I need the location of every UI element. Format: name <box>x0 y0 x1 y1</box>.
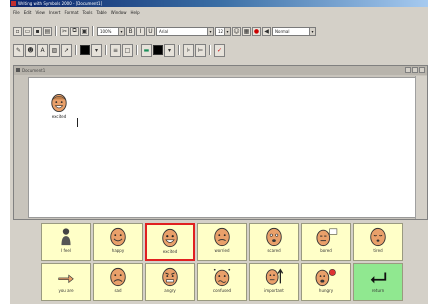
grid-cell-sad[interactable]: sad <box>93 263 143 301</box>
grid-icon[interactable]: ▦ <box>242 26 251 36</box>
bold-icon[interactable]: B <box>126 26 135 36</box>
fill-color-icon[interactable]: ▬ <box>141 43 152 57</box>
menu-tools[interactable]: Tools <box>83 10 93 15</box>
stop-icon[interactable]: ● <box>252 26 261 36</box>
grid-cell-tired[interactable]: tired <box>353 223 403 261</box>
app-icon <box>11 1 16 6</box>
align-right-icon[interactable]: ⊨ <box>195 43 206 57</box>
confused-face-icon <box>213 268 231 287</box>
arrow-icon[interactable]: ➚ <box>61 43 72 57</box>
grid-cell-angry[interactable]: angry <box>145 263 195 301</box>
hungry-face-icon <box>315 269 336 287</box>
copy-icon[interactable]: ⧉ <box>70 26 79 36</box>
minimize-icon[interactable] <box>405 67 411 73</box>
menu-bar: File Edit View Insert Format Tools Table… <box>10 8 428 16</box>
menu-window[interactable]: Window <box>111 10 127 15</box>
maximize-icon[interactable] <box>412 67 418 73</box>
vertical-scrollbar[interactable] <box>415 76 427 219</box>
document-title-bar: Document1 <box>14 66 427 75</box>
grid-cell-excited[interactable]: excited <box>145 223 195 261</box>
happy-face-icon <box>110 227 126 247</box>
toolbar-separator <box>55 26 57 36</box>
grid-cell-bored[interactable]: bored <box>301 223 351 261</box>
grid-cell-hungry[interactable]: hungry <box>301 263 351 301</box>
menu-format[interactable]: Format <box>64 10 78 15</box>
excited-face-icon <box>162 228 178 248</box>
spellcheck-icon[interactable]: ✓ <box>214 43 225 57</box>
italic-icon[interactable]: I <box>136 26 145 36</box>
return-arrow-icon <box>370 272 387 284</box>
scared-face-icon <box>266 227 282 247</box>
excited-face-icon <box>51 94 67 112</box>
menu-file[interactable]: File <box>13 10 20 15</box>
document-icon <box>16 68 20 72</box>
text-only-icon[interactable]: A <box>37 43 48 57</box>
menu-edit[interactable]: Edit <box>24 10 32 15</box>
fill-color-swatch[interactable] <box>153 45 163 55</box>
grid-cell-important[interactable]: important <box>249 263 299 301</box>
menu-help[interactable]: Help <box>131 10 140 15</box>
new-icon[interactable]: ▫ <box>13 26 22 36</box>
document-window: Document1 excited <box>13 65 428 220</box>
save-icon[interactable]: ▪ <box>33 26 42 36</box>
line-style-icon[interactable]: ≡ <box>110 43 121 57</box>
document-symbol-label: excited <box>51 114 67 119</box>
angry-face-icon <box>162 267 178 287</box>
grid-cell-return[interactable]: return <box>353 263 403 301</box>
person-icon <box>61 228 71 246</box>
tired-face-icon <box>370 227 386 247</box>
sad-face-icon <box>110 267 126 287</box>
bored-face-icon <box>316 228 338 247</box>
open-icon[interactable]: ▭ <box>23 26 32 36</box>
grid-cell-i-feel[interactable]: I feel <box>41 223 91 261</box>
picture-icon[interactable]: ▨ <box>49 43 60 57</box>
toolbar-separator <box>136 45 138 55</box>
application-window: Writing with Symbols 2000 - [Document1] … <box>10 0 428 304</box>
pointing-hand-icon <box>58 274 74 284</box>
worried-face-icon <box>214 227 230 247</box>
text-color-swatch[interactable] <box>80 45 90 55</box>
print-icon[interactable]: ▤ <box>43 26 52 36</box>
grid-cell-scared[interactable]: scared <box>249 223 299 261</box>
formatting-toolbar: ✎ ☻ A ▨ ➚ ▾ ≡ □ ▬ ▾ ⊧ ⊨ ✓ <box>10 41 428 59</box>
grid-cell-worried[interactable]: worried <box>197 223 247 261</box>
speak-icon[interactable]: ✎ <box>13 43 24 57</box>
menu-table[interactable]: Table <box>96 10 106 15</box>
document-window-buttons <box>405 67 425 73</box>
symbol-grid-panel: I feel happy excited worried scared bore… <box>38 222 406 302</box>
align-left-icon[interactable]: ⊧ <box>183 43 194 57</box>
font-size-select[interactable]: 12 ▾ <box>215 26 231 36</box>
toolbar-separator <box>105 45 107 55</box>
standard-toolbar: ▫ ▭ ▪ ▤ ✂ ⧉ ▣ 100% ▾ B I U Arial ▾ 12 ▾ ☺ ▦… <box>10 24 428 38</box>
symbol-toggle-icon[interactable]: ☺ <box>232 26 241 36</box>
grid-cell-you-are[interactable]: you are <box>41 263 91 301</box>
grid-cell-happy[interactable]: happy <box>93 223 143 261</box>
font-name-select[interactable]: Arial ▾ <box>156 26 214 36</box>
symbol-icon[interactable]: ☻ <box>25 43 36 57</box>
grid-cell-confused[interactable]: confused <box>197 263 247 301</box>
document-title: Document1 <box>22 68 46 73</box>
style-select[interactable]: Normal ▾ <box>272 26 316 36</box>
text-cursor <box>77 118 78 127</box>
close-icon[interactable] <box>419 67 425 73</box>
title-bar: Writing with Symbols 2000 - [Document1] <box>10 0 428 7</box>
border-icon[interactable]: □ <box>122 43 133 57</box>
underline-icon[interactable]: U <box>146 26 155 36</box>
zoom-select[interactable]: 100% ▾ <box>97 26 125 36</box>
toolbar-separator <box>178 45 180 55</box>
menu-insert[interactable]: Insert <box>49 10 60 15</box>
toolbar-separator <box>209 45 211 55</box>
cut-icon[interactable]: ✂ <box>60 26 69 36</box>
important-person-icon <box>265 268 284 285</box>
window-title: Writing with Symbols 2000 - [Document1] <box>18 1 103 6</box>
speech-icon[interactable]: ◀ <box>262 26 271 36</box>
toolbar-separator <box>92 26 94 36</box>
document-canvas[interactable]: excited <box>28 77 416 218</box>
fill-dropdown-icon[interactable]: ▾ <box>164 43 175 57</box>
menu-view[interactable]: View <box>35 10 45 15</box>
document-symbol-excited[interactable]: excited <box>44 93 74 119</box>
paste-icon[interactable]: ▣ <box>80 26 89 36</box>
color-dropdown-icon[interactable]: ▾ <box>91 43 102 57</box>
toolbar-separator <box>75 45 77 55</box>
